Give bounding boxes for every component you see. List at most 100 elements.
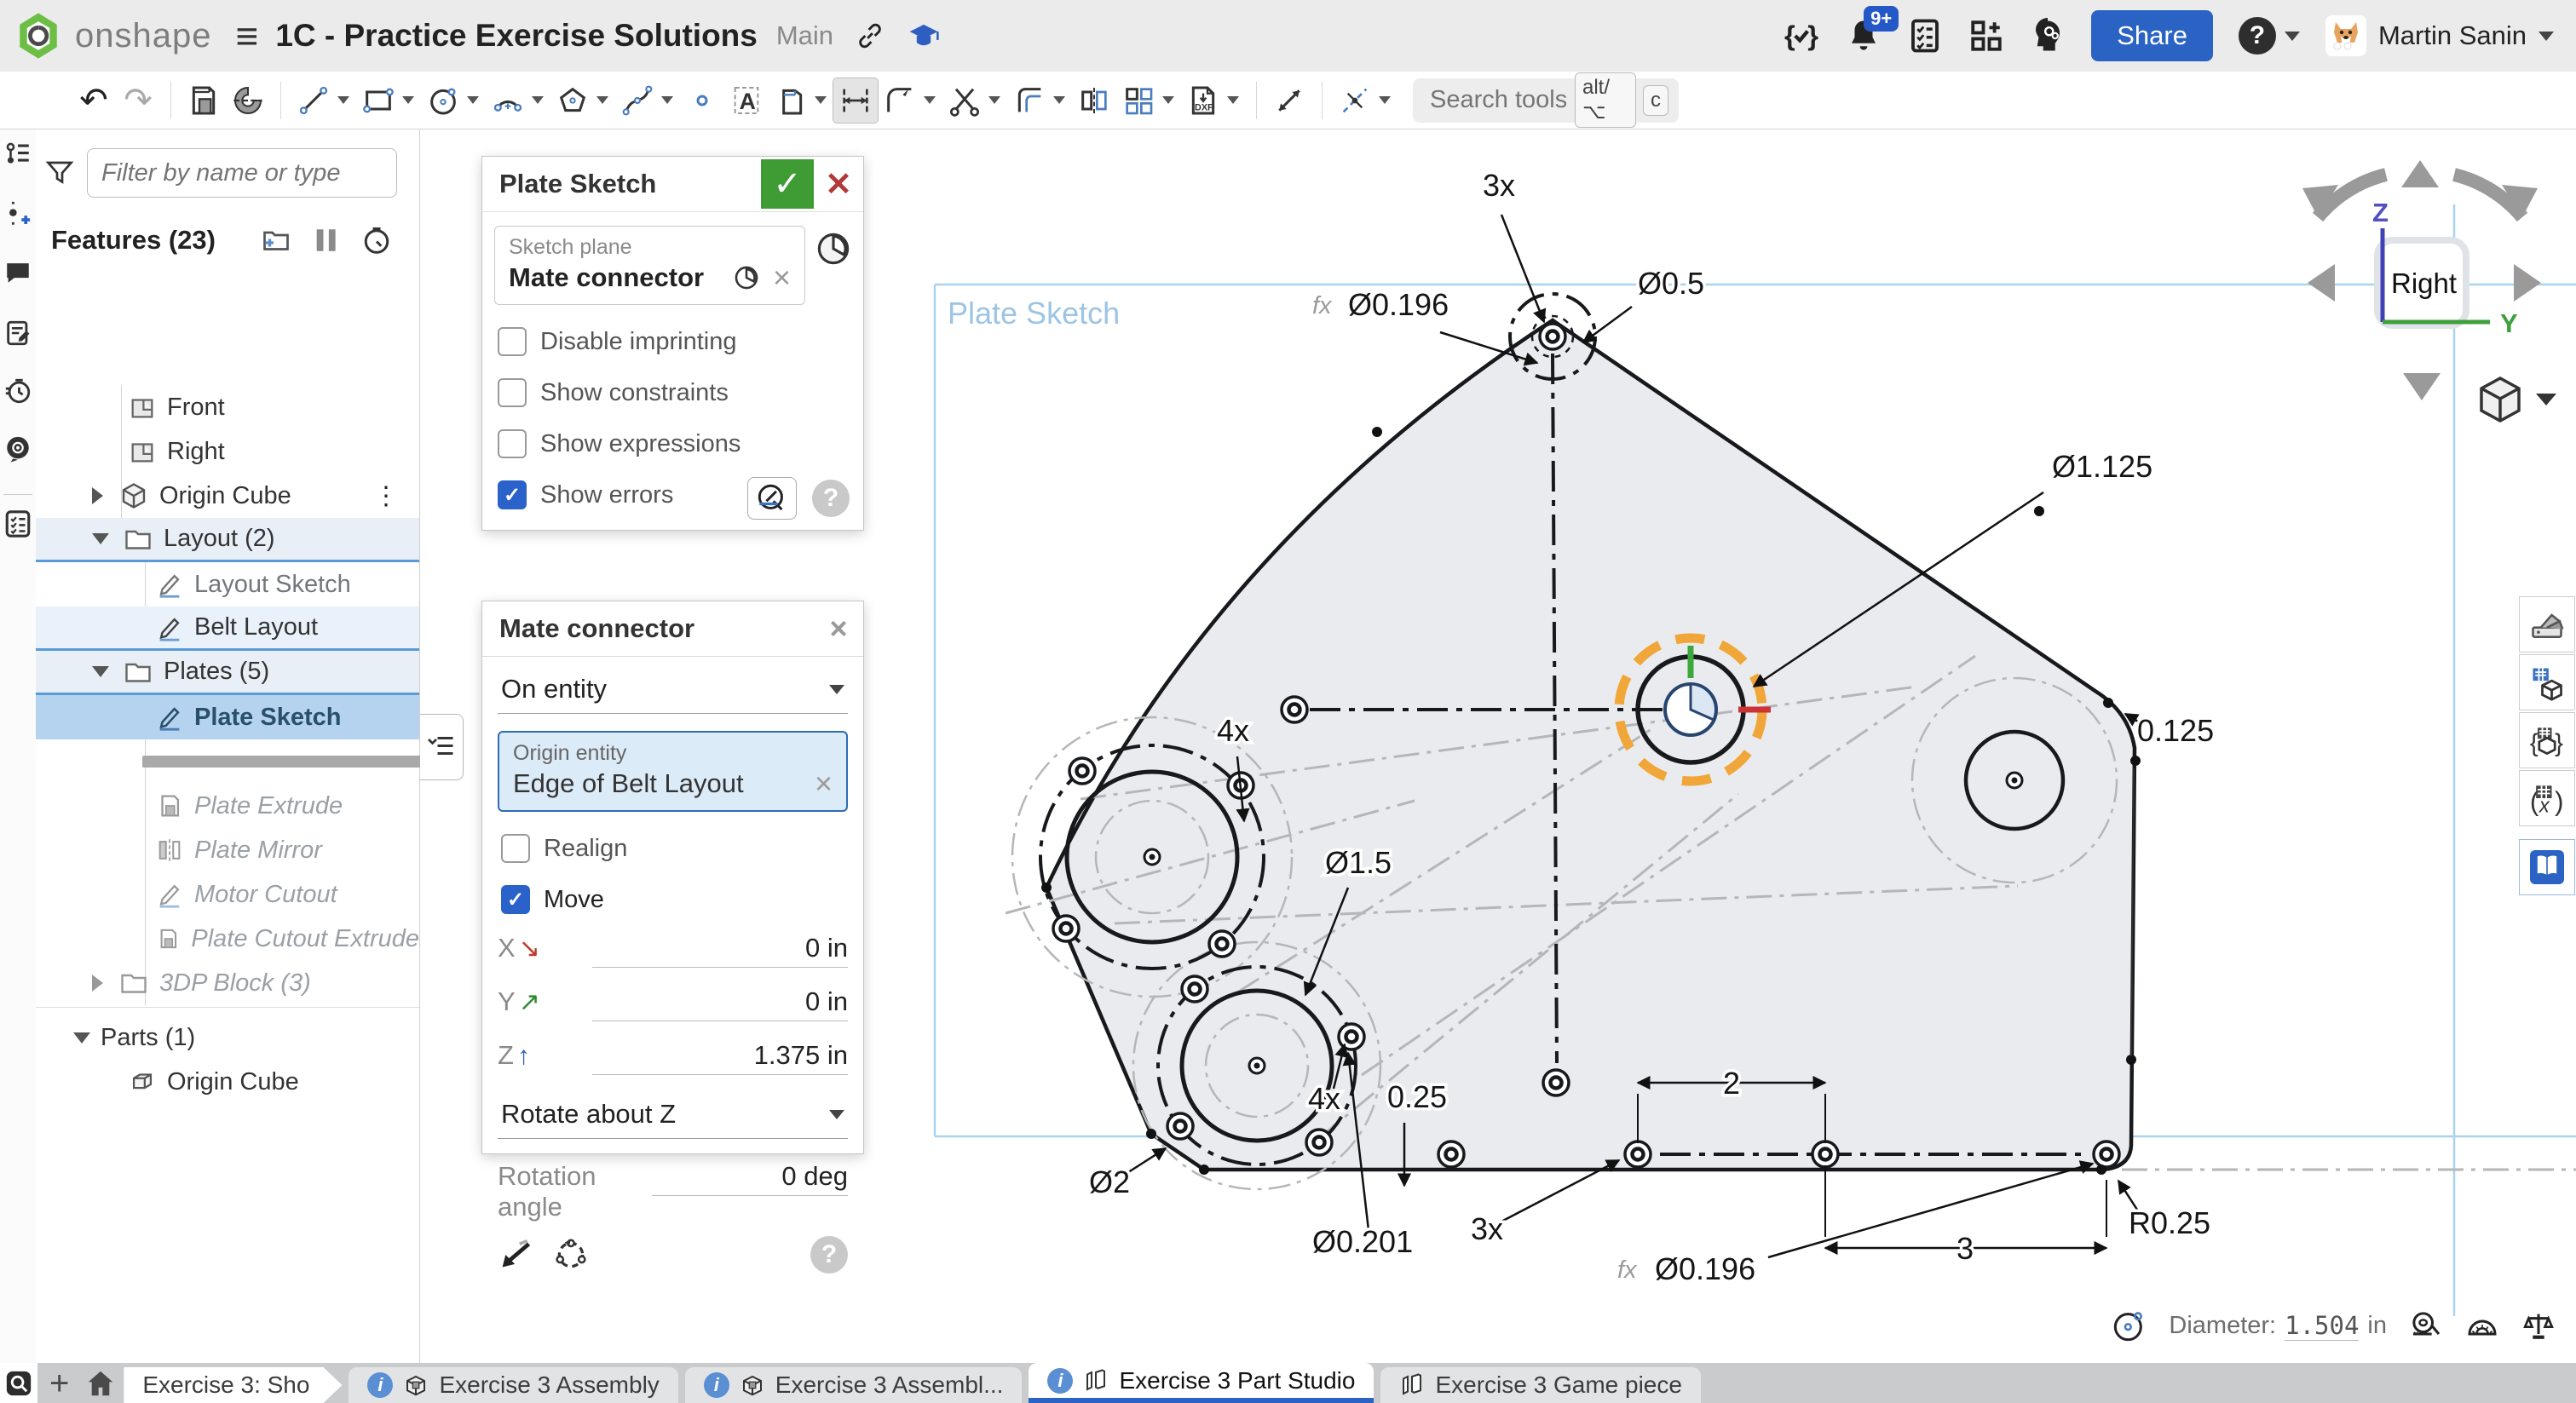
trim-tool-caret-icon[interactable] bbox=[988, 96, 1000, 104]
rotate-down-arrow[interactable] bbox=[2403, 373, 2441, 400]
import-dxf-caret-icon[interactable] bbox=[1227, 96, 1239, 104]
share-button[interactable]: Share bbox=[2091, 10, 2213, 61]
feature-filter-input[interactable] bbox=[87, 148, 397, 198]
plate-outline[interactable] bbox=[1046, 320, 2135, 1170]
learning-center-button[interactable] bbox=[2519, 839, 2575, 895]
x-offset-field[interactable]: X↘ 0 in bbox=[498, 933, 848, 968]
view-mode-cube-icon[interactable] bbox=[2481, 378, 2519, 421]
mate-mode-select[interactable]: On entity bbox=[498, 665, 848, 714]
arc-tool[interactable] bbox=[486, 78, 530, 123]
user-avatar[interactable] bbox=[2325, 15, 2366, 56]
tab-exercise-3-game-piece[interactable]: Exercise 3 Game piece bbox=[1380, 1367, 1700, 1403]
collapse-chevron-icon[interactable] bbox=[92, 666, 109, 677]
pattern-tool[interactable] bbox=[1116, 78, 1161, 123]
extrude-tool[interactable] bbox=[182, 78, 226, 123]
feature-folder-layout[interactable]: Layout (2) bbox=[36, 518, 419, 562]
new-tab-button[interactable]: + bbox=[49, 1365, 69, 1403]
rollback-handle-icon[interactable]: ⋮ bbox=[373, 481, 399, 511]
fillet-tool[interactable] bbox=[878, 78, 922, 123]
import-dxf-tool[interactable]: DXF bbox=[1181, 78, 1225, 123]
rotate-left-arrow[interactable] bbox=[2308, 264, 2335, 302]
origin-entity-field[interactable]: Origin entity Edge of Belt Layout × bbox=[498, 731, 848, 812]
sl ot-tool[interactable] bbox=[769, 78, 813, 123]
document-title[interactable]: 1C - Practice Exercise Solutions bbox=[275, 18, 758, 54]
z-offset-field[interactable]: Z↑ 1.375 in bbox=[498, 1040, 848, 1075]
feature-item-origin-cube[interactable]: Origin Cube ⋮ bbox=[36, 474, 419, 518]
checkbox-move[interactable]: ✓Move bbox=[501, 885, 848, 914]
rectangle-tool[interactable] bbox=[356, 78, 401, 123]
pattern-tool-caret-icon[interactable] bbox=[1162, 96, 1174, 104]
feedback-icon[interactable]: {} bbox=[1783, 19, 1820, 53]
trim-tool[interactable] bbox=[942, 78, 987, 123]
expand-chevron-icon[interactable] bbox=[92, 487, 103, 504]
user-name[interactable]: Martin Sanin bbox=[2378, 20, 2527, 51]
redo-button[interactable]: ↷ bbox=[116, 78, 160, 123]
clear-field-icon[interactable]: × bbox=[815, 766, 833, 802]
feature-folder-plates[interactable]: Plates (5) bbox=[36, 651, 419, 695]
checkbox-show-expressions[interactable]: Show expressions bbox=[498, 429, 863, 458]
tasks-icon[interactable] bbox=[1907, 18, 1943, 54]
ai-advisor-icon[interactable] bbox=[2030, 18, 2066, 54]
workspace-branch[interactable]: Main bbox=[776, 20, 833, 51]
appearance-panel-button[interactable] bbox=[2519, 596, 2575, 653]
arc-tool-caret-icon[interactable] bbox=[532, 96, 544, 104]
rotation-angle-field[interactable]: Rotation angle 0 deg bbox=[498, 1161, 848, 1222]
text-tool[interactable]: A bbox=[724, 78, 769, 123]
feature-item-plate-extrude[interactable]: Plate Extrude bbox=[36, 784, 419, 828]
flip-primary-axis-icon[interactable] bbox=[498, 1238, 535, 1272]
rotate-axis-select[interactable]: Rotate about Z bbox=[498, 1090, 848, 1139]
construction-tool[interactable] bbox=[1333, 78, 1377, 123]
part-item-origin-cube[interactable]: Origin Cube bbox=[36, 1060, 419, 1104]
expand-chevron-icon[interactable] bbox=[92, 975, 103, 992]
learning-graduation-icon[interactable] bbox=[907, 20, 941, 51]
rectangle-tool-caret-icon[interactable] bbox=[402, 96, 414, 104]
configurations-button[interactable]: {} bbox=[2519, 712, 2575, 768]
search-tools-input[interactable] bbox=[1428, 85, 1568, 115]
checkbox-realign[interactable]: Realign bbox=[501, 834, 848, 863]
document-menu-icon[interactable]: ≡ bbox=[235, 13, 258, 59]
line-tool[interactable] bbox=[291, 78, 336, 123]
close-dialog-icon[interactable]: × bbox=[814, 604, 863, 653]
versions-icon[interactable] bbox=[3, 434, 32, 463]
search-tools-box[interactable]: alt/⌥ c bbox=[1413, 78, 1679, 123]
history-stopwatch-icon[interactable] bbox=[3, 377, 32, 405]
tab-exercise-3-part-studio[interactable]: i Exercise 3 Part Studio bbox=[1029, 1363, 1374, 1403]
tab-exercise-3-shortcut[interactable]: Exercise 3: Sho bbox=[124, 1367, 342, 1403]
help-menu-icon[interactable]: ? bbox=[2239, 17, 2276, 55]
checklist-icon[interactable] bbox=[3, 509, 32, 538]
revolve-tool[interactable] bbox=[226, 78, 270, 123]
help-icon[interactable]: ? bbox=[812, 480, 850, 517]
circle-tool[interactable] bbox=[421, 78, 465, 123]
tab-exercise-3-assembly[interactable]: i Exercise 3 Assembly bbox=[349, 1367, 677, 1403]
tab-exercise-3-assembly-2[interactable]: i Exercise 3 Assembl... bbox=[685, 1367, 1023, 1403]
mate-connector-picker-icon[interactable] bbox=[815, 231, 851, 267]
sketch-view-button[interactable] bbox=[747, 477, 797, 520]
comment-icon[interactable] bbox=[3, 257, 32, 286]
slot-tool-caret-icon[interactable] bbox=[815, 96, 827, 104]
measure-tool[interactable] bbox=[1267, 78, 1311, 123]
confirm-button[interactable]: ✓ bbox=[761, 159, 814, 209]
rotate-right-arrow[interactable] bbox=[2514, 264, 2541, 302]
line-tool-caret-icon[interactable] bbox=[337, 96, 349, 104]
construction-tool-caret-icon[interactable] bbox=[1379, 96, 1391, 104]
feature-item-plate-sketch[interactable]: Plate Sketch bbox=[36, 695, 419, 739]
protractor-icon[interactable] bbox=[2465, 1308, 2499, 1343]
diameter-value[interactable]: 1.504 bbox=[2285, 1311, 2359, 1341]
view-cube[interactable]: Z Y Right bbox=[2267, 136, 2573, 434]
collapse-chevron-icon[interactable] bbox=[92, 533, 109, 544]
offset-tool-caret-icon[interactable] bbox=[1053, 96, 1065, 104]
offset-tool[interactable] bbox=[1007, 78, 1052, 123]
spline-tool-caret-icon[interactable] bbox=[661, 96, 673, 104]
feature-item-layout-sketch[interactable]: Layout Sketch bbox=[36, 562, 419, 607]
feature-folder-3dp-block[interactable]: 3DP Block (3) bbox=[36, 961, 419, 1005]
rotate-up-arrow[interactable] bbox=[2401, 160, 2439, 187]
home-tab-icon[interactable] bbox=[84, 1367, 117, 1400]
checkbox-disable-imprinting[interactable]: Disable imprinting bbox=[498, 327, 863, 356]
onshape-logo-icon[interactable] bbox=[14, 11, 63, 60]
y-offset-field[interactable]: Y↗ 0 in bbox=[498, 986, 848, 1021]
view-mode-caret-icon[interactable] bbox=[2536, 394, 2556, 405]
share-link-icon[interactable] bbox=[856, 21, 885, 50]
insert-feature-icon[interactable] bbox=[3, 199, 32, 228]
undo-button[interactable]: ↶ bbox=[72, 78, 116, 123]
filter-funnel-icon[interactable] bbox=[44, 158, 75, 188]
